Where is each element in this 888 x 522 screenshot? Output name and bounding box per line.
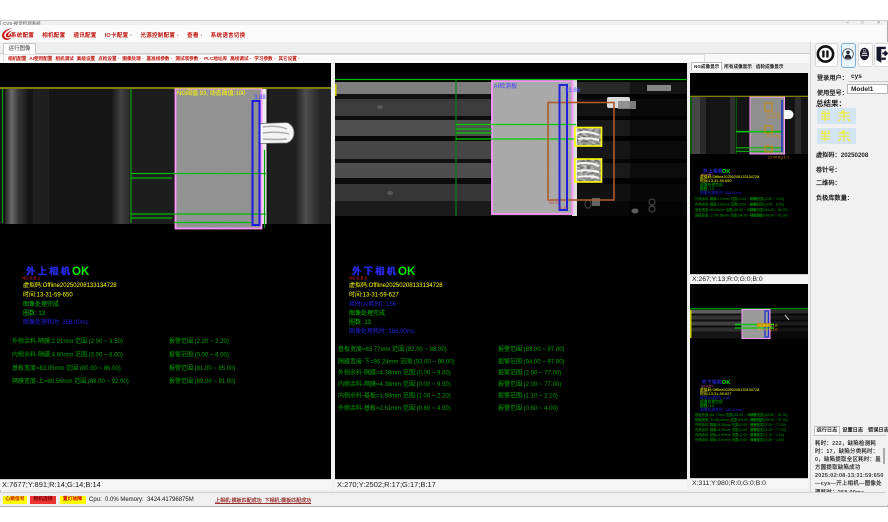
svg-text:报警范围:(83.00 ~ 87.00): 报警范围:(83.00 ~ 87.00) <box>750 412 788 417</box>
svg-text:3.88: 3.88 <box>254 95 266 101</box>
svg-text:报警范围:(2.00 ~ 77.00): 报警范围:(2.00 ~ 77.00) <box>498 380 561 388</box>
svg-text:基板宽度=83.05mm 范围:(80.00 ~ 86.00: 基板宽度=83.05mm 范围:(80.00 ~ 86.00) <box>695 207 756 212</box>
svg-text:基板宽度=83.77mm 范围:(82.00 ~ 88.00: 基板宽度=83.77mm 范围:(82.00 ~ 88.00) <box>338 345 447 353</box>
svg-text:时间:13-31-59-627: 时间:13-31-59-627 <box>349 291 399 299</box>
svg-text:基板宽度=83.05mm 范围:(80.00 ~ 86.00: 基板宽度=83.05mm 范围:(80.00 ~ 86.00) <box>12 364 121 372</box>
svg-text:23.40 Rg:1.0: 23.40 Rg:1.0 <box>758 328 778 332</box>
svg-text:报警范围:(81.00 ~ 85.00): 报警范围:(81.00 ~ 85.00) <box>169 364 236 372</box>
svg-text:OK: OK <box>722 380 730 386</box>
svg-text:AI检测板: AI检测板 <box>494 82 518 90</box>
svg-text:报警范围:(0.00 ~ 8.00): 报警范围:(0.00 ~ 8.00) <box>169 351 229 359</box>
svg-text:报警范围:(94.00 ~ 97.00): 报警范围:(94.00 ~ 97.00) <box>750 417 788 422</box>
svg-text:圈数: 13: 圈数: 13 <box>349 318 372 326</box>
svg-text:报警范围:(81.00 ~ 85.00): 报警范围:(81.00 ~ 85.00) <box>750 207 788 212</box>
svg-text:报警范围:(2.00 ~ 77.00): 报警范围:(2.00 ~ 77.00) <box>750 422 786 427</box>
svg-text:报警范围:(1.10 ~ 2.10): 报警范围:(1.10 ~ 2.10) <box>750 432 784 437</box>
svg-text:报警范围:(2.00 ~ 77.00): 报警范围:(2.00 ~ 77.00) <box>750 427 786 432</box>
svg-text:隔膜宽度-下=95.24mm 范围:(93.00 ~ 98.: 隔膜宽度-下=95.24mm 范围:(93.00 ~ 98.00) <box>338 358 455 366</box>
svg-text:报警范围:(89.00 ~ 91.00): 报警范围:(89.00 ~ 91.00) <box>169 377 236 385</box>
svg-text:耗时(AI耗时): 156: 耗时(AI耗时): 156 <box>349 300 397 308</box>
svg-text:图像处理耗时: 258.00ms: 图像处理耗时: 258.00ms <box>23 318 89 326</box>
svg-text:23.40 Rg:1.0: 23.40 Rg:1.0 <box>768 156 789 160</box>
svg-text:图像处理完成: 图像处理完成 <box>349 309 385 317</box>
svg-text:报警范围:(0.60 ~ 4.00): 报警范围:(0.60 ~ 4.00) <box>498 404 558 412</box>
svg-text:23.88: 23.88 <box>565 88 581 94</box>
svg-text:报警范围:(2.20 ~ 3.20): 报警范围:(2.20 ~ 3.20) <box>169 337 229 345</box>
svg-text:虚拟码:Offline20250208133134728: 虚拟码:Offline20250208133134728 <box>23 281 117 289</box>
svg-text:报警范围:(2.00 ~ 77.00): 报警范围:(2.00 ~ 77.00) <box>498 369 561 377</box>
svg-text:NG阈值:93, 动态阈值:100: NG阈值:93, 动态阈值:100 <box>177 89 246 97</box>
svg-text:内侧余料-基板=1.90mm 范围:(1.00 ~ 2.20: 内侧余料-基板=1.90mm 范围:(1.00 ~ 2.20) <box>338 392 451 400</box>
svg-text:NG:0;B:0: NG:0;B:0 <box>349 276 368 281</box>
svg-text:图像处理耗时: 258.00ms: 图像处理耗时: 258.00ms <box>700 190 742 195</box>
svg-text:12.40 Rg:1: 12.40 Rg:1 <box>766 134 783 138</box>
svg-text:基板宽度=83.77mm 范围:(82.00 ~ 88.00: 基板宽度=83.77mm 范围:(82.00 ~ 88.00) <box>695 412 756 417</box>
svg-text:NG:12: NG:12 <box>549 201 559 205</box>
svg-text:报警范围:(0.00 ~ 8.00): 报警范围:(0.00 ~ 8.00) <box>750 202 784 207</box>
svg-text:报警范围:(83.00 ~ 87.00): 报警范围:(83.00 ~ 87.00) <box>498 345 565 353</box>
svg-text:NG:0;B:1: NG:0;B:1 <box>22 276 41 281</box>
svg-text:报警范围:(94.00 ~ 97.00): 报警范围:(94.00 ~ 97.00) <box>498 358 565 366</box>
svg-text:时间:13-31-59-650: 时间:13-31-59-650 <box>23 291 73 299</box>
svg-text:内侧余料-隔膜:4.60mm 范围:(3.00 ~ 6.00: 内侧余料-隔膜:4.60mm 范围:(3.00 ~ 6.00) <box>695 202 758 207</box>
svg-text:图像处理完成: 图像处理完成 <box>23 300 59 308</box>
svg-text:图像处理耗时: 186.00ms: 图像处理耗时: 186.00ms <box>349 327 415 335</box>
svg-text:12.45: 12.45 <box>558 206 567 210</box>
svg-text:圈数: 13: 圈数: 13 <box>23 309 46 317</box>
svg-text:外侧余料-隔膜:2.91mm 范围:(2.00 ~ 3.50: 外侧余料-隔膜:2.91mm 范围:(2.00 ~ 3.50) <box>695 196 758 201</box>
svg-text:图像处理耗时: 186.00ms: 图像处理耗时: 186.00ms <box>700 407 742 412</box>
svg-text:OK: OK <box>398 266 416 278</box>
svg-text:外侧余料-隔膜=4.38mm 范围:(0.00 ~ 9.00: 外侧余料-隔膜=4.38mm 范围:(0.00 ~ 9.00) <box>338 369 451 377</box>
svg-text:OK: OK <box>72 266 90 278</box>
svg-text:外侧余料-隔膜:2.91mm 范围:(2.00 ~ 3.50: 外侧余料-隔膜:2.91mm 范围:(2.00 ~ 3.50) <box>12 337 123 345</box>
svg-text:报警范围:(2.20 ~ 3.20): 报警范围:(2.20 ~ 3.20) <box>750 196 784 201</box>
svg-text:内侧余料-隔膜=4.38mm 范围:(0.00 ~ 9.00: 内侧余料-隔膜=4.38mm 范围:(0.00 ~ 9.00) <box>338 380 451 388</box>
svg-text:内侧余料-隔膜:4.60mm 范围:(3.00 ~ 6.00: 内侧余料-隔膜:4.60mm 范围:(3.00 ~ 6.00) <box>12 351 123 359</box>
svg-text:报警范围:(89.00 ~ 91.00): 报警范围:(89.00 ~ 91.00) <box>750 213 788 218</box>
svg-text:报警范围:(1.10 ~ 2.10): 报警范围:(1.10 ~ 2.10) <box>498 392 558 400</box>
svg-text:外侧余料-基板=2.61mm 范围:(0.60 ~ 4.00: 外侧余料-基板=2.61mm 范围:(0.60 ~ 4.00) <box>338 404 451 412</box>
svg-text:报警范围:(0.60 ~ 4.00): 报警范围:(0.60 ~ 4.00) <box>750 437 784 442</box>
svg-text:隔膜宽度-上=90.56mm 范围:(88.00 ~ 92.: 隔膜宽度-上=90.56mm 范围:(88.00 ~ 92.00) <box>12 377 129 385</box>
svg-text:虚拟码:Offline20250208133134728: 虚拟码:Offline20250208133134728 <box>349 281 443 289</box>
